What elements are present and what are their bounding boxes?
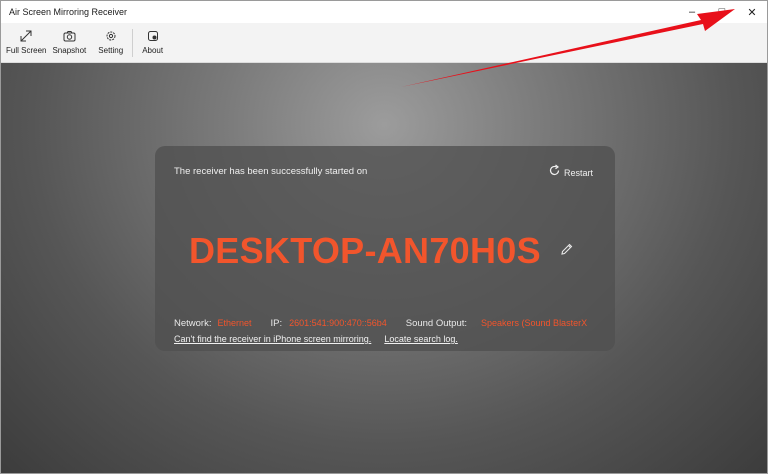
cant-find-receiver-link[interactable]: Can't find the receiver in iPhone screen…: [174, 334, 371, 344]
connection-info: Network: Ethernet IP: 2601:541:900:470::…: [174, 318, 587, 329]
sound-output-label: Sound Output:: [405, 318, 468, 329]
minimize-button[interactable]: –: [677, 1, 707, 23]
info-icon: [146, 29, 160, 43]
camera-icon: [62, 29, 76, 43]
restart-icon: [548, 164, 561, 182]
toolbar: Full Screen Snapshot Setting About: [1, 23, 767, 63]
status-message: The receiver has been successfully start…: [174, 166, 368, 177]
full-screen-label: Full Screen: [6, 46, 47, 55]
locate-search-log-link[interactable]: Locate search log.: [384, 334, 458, 344]
gear-icon: [104, 29, 118, 43]
full-screen-button[interactable]: Full Screen: [3, 23, 49, 55]
help-links: Can't find the receiver in iPhone screen…: [174, 334, 458, 344]
setting-label: Setting: [98, 46, 124, 55]
app-window: Air Screen Mirroring Receiver – □ ✕ Full…: [0, 0, 768, 474]
expand-icon: [19, 29, 33, 43]
setting-button[interactable]: Setting: [95, 23, 126, 55]
about-label: About: [142, 46, 164, 55]
snapshot-label: Snapshot: [52, 46, 87, 55]
receiver-card: The receiver has been successfully start…: [155, 146, 615, 351]
restart-label: Restart: [563, 168, 593, 178]
window-title: Air Screen Mirroring Receiver: [9, 7, 128, 17]
sound-output-value: Speakers (Sound BlasterX: [481, 318, 588, 328]
restart-button[interactable]: Restart: [548, 164, 593, 182]
edit-name-button[interactable]: [560, 242, 576, 258]
toolbar-divider: [132, 29, 134, 57]
window-controls: – □ ✕: [677, 1, 767, 23]
snapshot-button[interactable]: Snapshot: [49, 23, 89, 55]
maximize-button[interactable]: □: [707, 1, 737, 23]
title-bar: Air Screen Mirroring Receiver – □ ✕: [1, 1, 767, 23]
main-area: The receiver has been successfully start…: [1, 63, 767, 473]
device-name: DESKTOP-AN70H0S: [189, 230, 541, 271]
about-button[interactable]: About: [139, 23, 166, 55]
ip-value: 2601:541:900:470::56b4: [289, 318, 387, 328]
ip-label: IP:: [270, 318, 283, 329]
close-button[interactable]: ✕: [737, 1, 767, 23]
network-label: Network:: [174, 318, 212, 329]
pencil-icon: [560, 243, 574, 260]
network-value: Ethernet: [217, 318, 252, 328]
